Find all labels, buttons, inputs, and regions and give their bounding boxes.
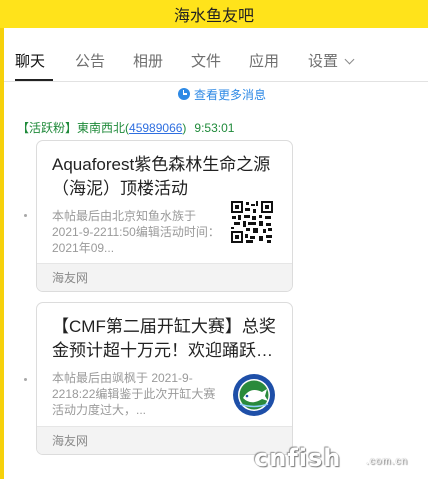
tab-files[interactable]: 文件 [191,50,221,71]
window-title-bar: 海水鱼友吧 [0,0,428,28]
sender-tag: 【活跃粉】 [17,121,78,135]
clock-icon [178,88,190,100]
message-bullet [24,378,27,381]
message-card[interactable]: Aquaforest紫色森林生命之源（海泥）顶楼活动 本帖最后由北京知鱼水族于 … [36,140,293,292]
message-bullet [24,214,27,217]
tab-apps[interactable]: 应用 [249,50,279,71]
left-accent-strip [0,28,4,479]
sender-name[interactable]: 東南西北 [77,121,125,135]
window-title: 海水鱼友吧 [173,8,254,25]
message-sender-line: 【活跃粉】東南西北(45989066) 9:53:01 [17,119,234,136]
contest-badge-image [233,374,275,416]
load-more-label: 查看更多消息 [194,87,267,102]
tab-chat[interactable]: 聊天 [15,50,45,71]
card-title: Aquaforest紫色森林生命之源（海泥）顶楼活动 [52,155,271,198]
sender-qq-close: ) [182,121,187,135]
tab-settings-label: 设置 [308,53,339,70]
tab-announcements[interactable]: 公告 [75,50,105,71]
card-source: 海友网 [37,263,292,291]
tab-settings[interactable]: 设置 [308,50,355,71]
sender-qq-link[interactable]: 45989066 [129,121,182,135]
tab-bar: 聊天 公告 相册 文件 应用 设置 [4,28,428,82]
message-time: 9:53:01 [194,121,235,135]
card-title: 【CMF第二届开缸大赛】总奖金预计超十万元！欢迎踊跃参加！ [52,317,276,360]
load-more-messages-link[interactable]: 查看更多消息 [178,86,266,102]
qr-code-image [230,200,274,244]
message-card[interactable]: 【CMF第二届开缸大赛】总奖金预计超十万元！欢迎踊跃参加！ 本帖最后由飒枫于 2… [36,302,293,455]
chevron-down-icon [344,54,355,65]
site-watermark-domain: .com.cn [366,456,409,467]
tab-album[interactable]: 相册 [133,50,163,71]
active-tab-indicator [15,79,53,81]
card-description: 本帖最后由飒枫于 2021-9-2218:22编辑鉴于此次开缸大赛活动力度过大，… [52,371,216,417]
site-watermark: cnfish [254,444,342,472]
card-description: 本帖最后由北京知鱼水族于 2021-9-2211:50编辑活动时间：2021年0… [52,209,220,255]
